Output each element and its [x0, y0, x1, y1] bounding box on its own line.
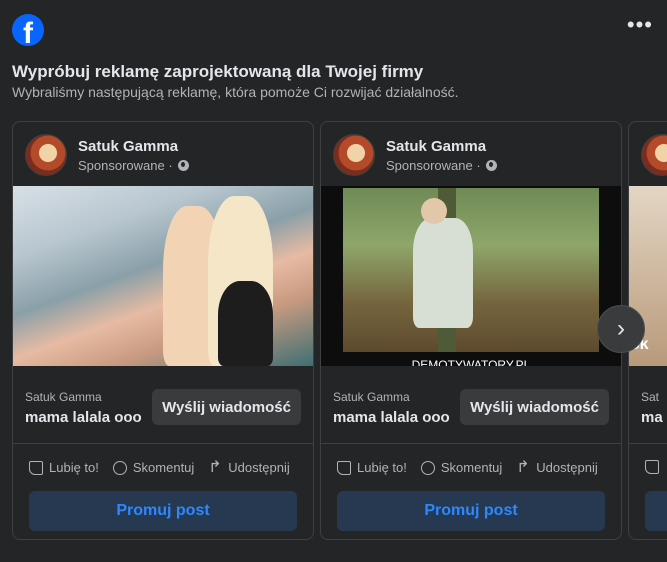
chevron-right-icon[interactable]: › — [597, 305, 645, 353]
share-icon — [516, 457, 530, 477]
like-button[interactable] — [645, 460, 665, 474]
avatar[interactable] — [333, 134, 375, 176]
ad-header: Satuk Gamma Sponsorowane · — [25, 134, 189, 176]
action-bar: Lubię to! Skomentuj Udostępnij — [337, 457, 598, 477]
sponsored-label: Sponsorowane · — [78, 158, 189, 173]
more-options-icon[interactable]: ••• — [627, 14, 653, 36]
ad-image[interactable] — [13, 186, 313, 366]
cta-page-label: Satuk Gamma — [333, 390, 410, 404]
comment-icon — [112, 460, 127, 475]
ad-cta-row: Satuk Gamma mama lalala ooo Wyślij wiado… — [321, 378, 621, 430]
ad-cta-row: Satuk Gamma mama lalala ooo Wyślij wiado… — [13, 378, 313, 430]
share-icon — [208, 457, 222, 477]
share-button[interactable]: Udostępnij — [516, 457, 597, 477]
cta-page-label: Satuk Gamma — [25, 390, 102, 404]
page-name[interactable]: Satuk Gamma — [386, 138, 497, 155]
globe-icon — [485, 159, 497, 171]
page-subtitle: Wybraliśmy następującą reklamę, która po… — [12, 84, 459, 100]
avatar[interactable] — [641, 134, 667, 176]
image-caption: DEMOTYWATORY.PL — [411, 358, 531, 366]
like-button[interactable]: Lubię to! — [29, 460, 99, 475]
send-message-button[interactable]: Wyślij wiadomość — [460, 389, 609, 425]
ad-carousel: Satuk Gamma Sponsorowane · Satuk Gamma m… — [12, 121, 667, 541]
facebook-logo: f — [12, 14, 44, 46]
thumbs-up-icon — [645, 460, 659, 474]
send-message-button[interactable]: Wyślij wiadomość — [152, 389, 301, 425]
cta-page-label: Sat — [641, 390, 660, 404]
divider — [13, 443, 313, 444]
ad-image[interactable]: DEMOTYWATORY.PL — [321, 186, 621, 366]
action-bar — [645, 460, 665, 474]
promote-post-button[interactable]: Promuj post — [29, 491, 297, 531]
promote-post-button[interactable] — [645, 491, 667, 531]
promote-post-button[interactable]: Promuj post — [337, 491, 605, 531]
ad-card: Satuk Gamma Sponsorowane · DEMOTYWATORY.… — [320, 121, 622, 540]
ad-card: Satuk Gamma Sponsorowane · Satuk Gamma m… — [12, 121, 314, 540]
avatar[interactable] — [25, 134, 67, 176]
action-bar: Lubię to! Skomentuj Udostępnij — [29, 457, 290, 477]
ad-message: mama lalala ooo — [333, 409, 450, 426]
page-name[interactable]: Satuk Gamma — [78, 138, 189, 155]
comment-icon — [420, 460, 435, 475]
thumbs-up-icon — [29, 460, 43, 475]
comment-button[interactable]: Skomentuj — [420, 460, 502, 475]
ad-cta-row: Sat ma — [629, 378, 667, 430]
divider — [629, 443, 667, 444]
sponsored-label: Sponsorowane · — [386, 158, 497, 173]
comment-button[interactable]: Skomentuj — [112, 460, 194, 475]
ad-header: Satuk Gamma Sponsorowane · — [333, 134, 497, 176]
thumbs-up-icon — [337, 460, 351, 475]
ad-message: mama lalala ooo — [25, 409, 142, 426]
share-button[interactable]: Udostępnij — [208, 457, 289, 477]
divider — [321, 443, 621, 444]
like-button[interactable]: Lubię to! — [337, 460, 407, 475]
page-title: Wypróbuj reklamę zaprojektowaną dla Twoj… — [12, 62, 424, 81]
globe-icon — [177, 159, 189, 171]
ad-header — [641, 134, 667, 176]
ad-message: ma — [641, 409, 663, 426]
